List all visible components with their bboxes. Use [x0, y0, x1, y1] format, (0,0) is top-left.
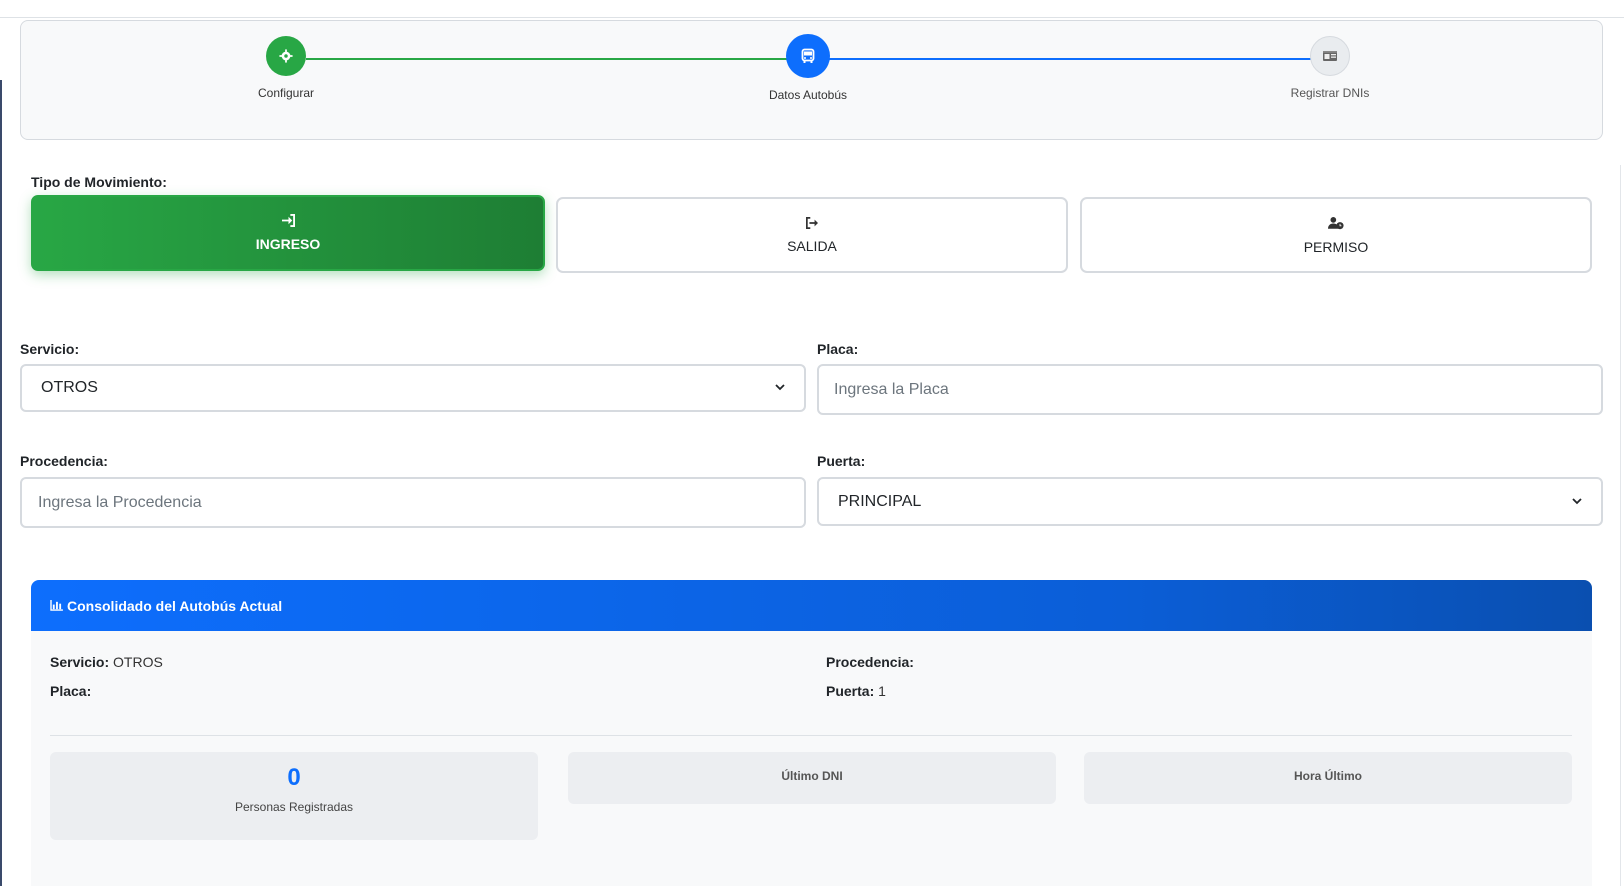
divider: [50, 735, 1572, 736]
info-puerta: Puerta: 1: [826, 683, 886, 699]
sign-out-icon: [805, 216, 819, 232]
info-servicio-value: OTROS: [113, 654, 163, 670]
info-placa: Placa:: [50, 683, 91, 699]
placa-placeholder: Ingresa la Placa: [834, 380, 949, 398]
stat-hora-ultimo: Hora Último: [1084, 752, 1572, 804]
permiso-button[interactable]: PERMISO: [1080, 197, 1592, 273]
wizard-stepper: Configurar Datos Autobús Registrar DNIs: [20, 20, 1603, 140]
info-procedencia-label: Procedencia:: [826, 654, 914, 670]
placa-input[interactable]: Ingresa la Placa: [817, 364, 1603, 415]
puerta-selected-value: PRINCIPAL: [838, 492, 922, 510]
step-label: Configurar: [257, 86, 315, 100]
step-registrar-dnis[interactable]: Registrar DNIs: [1230, 36, 1430, 100]
puerta-select[interactable]: PRINCIPAL: [817, 477, 1603, 526]
procedencia-placeholder: Ingresa la Procedencia: [38, 493, 202, 511]
ingreso-button[interactable]: INGRESO: [31, 195, 545, 271]
chart-bar-icon: [50, 598, 67, 614]
salida-label: SALIDA: [787, 238, 837, 254]
gear-icon: [266, 36, 306, 76]
info-placa-label: Placa:: [50, 683, 92, 699]
bus-icon: [786, 34, 830, 78]
step-label: Registrar DNIs: [1290, 86, 1370, 100]
consolidado-title: Consolidado del Autobús Actual: [67, 597, 283, 614]
servicio-selected-value: OTROS: [41, 379, 98, 396]
permiso-label: PERMISO: [1303, 238, 1369, 255]
step-label: Datos Autobús: [768, 88, 848, 102]
chevron-down-icon: [775, 379, 785, 397]
sign-in-icon: [281, 214, 296, 230]
stat-personas-registradas: 0 Personas Registradas: [50, 752, 538, 840]
stat-ultimo-dni: Último DNI: [568, 752, 1056, 804]
info-servicio: Servicio: OTROS: [50, 654, 163, 670]
id-card-icon: [1310, 36, 1350, 76]
top-bar: [0, 0, 1624, 18]
puerta-label: Puerta:: [817, 453, 866, 469]
ultimo-dni-label: Último DNI: [781, 769, 843, 783]
procedencia-input[interactable]: Ingresa la Procedencia: [20, 477, 806, 528]
movement-type-label: Tipo de Movimiento:: [31, 174, 167, 190]
sidebar-edge: [0, 80, 2, 886]
step-datos-autobus[interactable]: Datos Autobús: [708, 34, 908, 102]
consolidado-header: Consolidado del Autobús Actual: [31, 580, 1592, 631]
scrollbar-track[interactable]: [1620, 165, 1624, 886]
servicio-label: Servicio:: [20, 341, 80, 357]
hora-ultimo-label: Hora Último: [1293, 769, 1362, 783]
ingreso-label: INGRESO: [255, 236, 321, 252]
servicio-select[interactable]: OTROS: [20, 364, 806, 412]
chevron-down-icon: [1572, 493, 1582, 511]
info-puerta-value: 1: [878, 683, 886, 699]
info-puerta-label: Puerta:: [826, 683, 875, 699]
placa-label: Placa:: [817, 341, 859, 357]
user-clock-icon: [1328, 216, 1344, 233]
personas-count: 0: [287, 764, 301, 791]
salida-button[interactable]: SALIDA: [556, 197, 1068, 273]
personas-label: Personas Registradas: [234, 800, 354, 814]
consolidado-card: Consolidado del Autobús Actual Servicio:…: [31, 580, 1592, 886]
info-procedencia: Procedencia:: [826, 654, 914, 670]
step-configurar[interactable]: Configurar: [186, 36, 386, 100]
procedencia-label: Procedencia:: [20, 453, 108, 469]
info-servicio-label: Servicio:: [50, 654, 110, 670]
